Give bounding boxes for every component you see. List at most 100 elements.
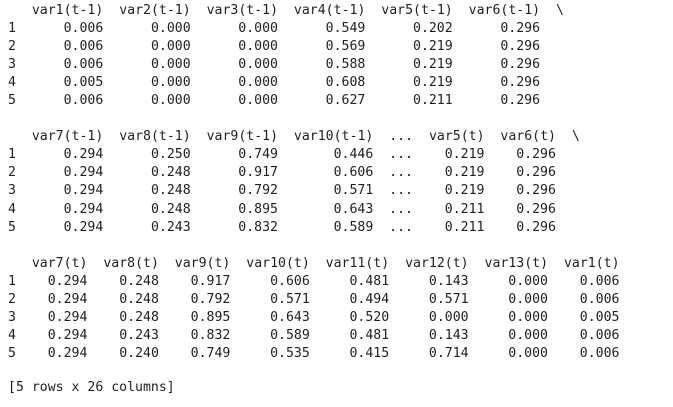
line-continuation-mark: \ [571,129,580,145]
table-cell: 0.000 [150,93,191,109]
table-cell: 0.294 [63,201,104,217]
table-cell: 0.000 [508,273,548,289]
table-cell: 0.000 [150,21,191,37]
table-cell: 0.250 [150,147,191,163]
table-cell: 0.219 [412,75,453,91]
row-index: 5 [8,345,16,361]
table-cell: 0.608 [325,75,366,91]
table-cell: 0.294 [47,309,88,325]
row-index: 3 [8,309,16,325]
column-header: var5(t-1) [381,3,453,18]
table-cell: 0.143 [428,327,469,343]
table-cell: 0.211 [412,93,453,109]
column-header: var12(t) [405,255,469,271]
table-cell: 0.627 [325,93,366,109]
table-cell: 0.296 [516,147,556,163]
row-index: 1 [8,21,16,37]
table-cell: 0.643 [333,201,374,217]
table-cell: 0.296 [516,165,556,181]
table-cell: 0.571 [333,183,374,199]
table-cell: 0.243 [119,327,159,343]
table-cell: 0.219 [444,147,485,163]
table-cell: 0.000 [508,345,548,361]
column-header: var8(t) [103,255,159,271]
table-cell: 0.219 [412,39,453,55]
table-cell: 0.294 [47,273,88,289]
column-header: var2(t-1) [119,3,191,18]
table-cell: 0.296 [500,21,541,37]
table-cell: 0.000 [150,39,191,55]
table-cell: 0.606 [270,273,310,289]
table-cell: ... [389,183,413,199]
table-cell: 0.000 [150,75,191,91]
table-cell: 0.248 [150,201,191,217]
table-cell: ... [389,165,413,181]
table-cell: 0.000 [238,93,278,109]
table-cell: 0.240 [119,345,159,361]
table-cell: 0.000 [428,309,469,325]
dataframe-output: var1(t-1) var2(t-1) var3(t-1) var4(t-1) … [8,2,620,381]
table-cell: 0.006 [579,345,620,361]
table-cell: 0.000 [508,291,548,307]
row-index: 1 [8,273,16,289]
row-index: 2 [8,39,16,55]
column-header: var13(t) [484,255,549,271]
table-cell: 0.588 [325,57,366,73]
row-index: 4 [8,75,16,91]
column-header: var6(t-1) [468,3,541,18]
table-cell: 0.589 [333,219,374,235]
column-header: var4(t-1) [293,3,366,18]
table-cell: 0.606 [333,165,374,181]
table-cell: 0.000 [508,309,548,325]
table-cell: 0.248 [150,165,191,181]
table-cell: 0.294 [47,345,88,361]
table-cell: 0.000 [150,57,191,73]
table-cell: 0.248 [119,273,159,289]
column-header: ... [389,129,414,145]
table-cell: 0.296 [516,219,556,235]
table-cell: 0.296 [516,183,556,199]
line-continuation-mark: \ [556,3,564,18]
table-cell: 0.569 [325,39,366,55]
row-index: 4 [8,327,16,343]
table-cell: 0.294 [47,291,88,307]
table-cell: 0.202 [412,21,453,37]
column-header: var7(t) [31,255,88,271]
table-cell: 0.917 [238,165,278,181]
table-cell: 0.248 [119,309,159,325]
table-cell: 0.832 [238,219,278,235]
column-header: var1(t) [563,255,620,271]
column-header: var3(t-1) [206,3,279,18]
table-cell: 0.549 [325,21,366,37]
row-index: 3 [8,57,16,73]
column-header: var9(t) [174,255,231,271]
column-header: var7(t-1) [31,129,104,145]
table-cell: 0.006 [63,21,104,37]
table-cell: 0.294 [63,219,104,235]
table-cell: 0.415 [349,345,390,361]
column-header: var1(t-1) [31,3,104,18]
table-cell: 0.714 [428,345,469,361]
table-cell: 0.219 [444,183,485,199]
table-cell: 0.571 [270,291,310,307]
column-header: var9(t-1) [206,129,279,145]
column-header: var10(t) [246,255,310,271]
table-cell: 0.296 [500,39,541,55]
table-cell: 0.000 [238,21,278,37]
table-cell: 0.219 [412,57,453,73]
table-cell: 0.006 [63,57,104,73]
table-cell: 0.006 [579,291,620,307]
table-cell: 0.005 [579,309,620,325]
table-cell: 0.005 [63,75,104,91]
column-header: var11(t) [325,255,390,271]
table-cell: 0.446 [333,147,374,163]
table-cell: 0.006 [579,273,620,289]
row-index: 2 [8,165,16,181]
table-cell: 0.211 [444,219,485,235]
row-index: 3 [8,183,16,199]
table-cell: 0.000 [508,327,548,343]
table-cell: 0.248 [150,183,191,199]
row-index: 5 [8,219,16,235]
table-cell: 0.000 [238,39,278,55]
table-cell: 0.494 [349,291,390,307]
